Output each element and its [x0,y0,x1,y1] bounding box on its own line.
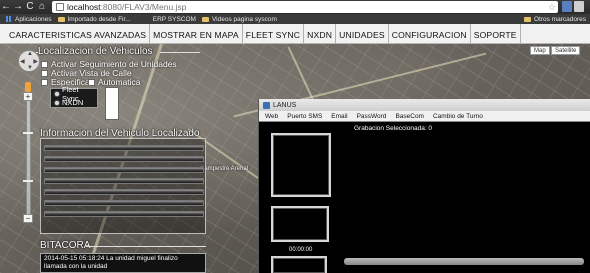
menu-configuracion[interactable]: CONFIGURACION [389,24,471,43]
menu-unidades[interactable]: UNIDADES [336,24,389,43]
fieldset-border [86,246,206,247]
page-icon [56,3,64,11]
video-preview-secondary[interactable] [271,206,329,242]
zoom-slider-handle[interactable] [23,132,33,134]
vista-calle-checkbox[interactable] [41,69,48,77]
bitacora-entry: 2014-05-15 05:18:24 La unidad miguel fin… [44,255,178,270]
bitacora-log: 2014-05-15 05:18:24 La unidad miguel fin… [40,253,206,273]
time-label: 00:00:00 [289,247,313,253]
info-field [44,167,204,173]
back-button[interactable]: ← [0,0,12,14]
lanus-menu-password[interactable]: PassWord [357,113,387,120]
pan-right-icon[interactable]: ▶ [33,58,38,65]
video-preview-third[interactable] [271,256,327,273]
bookmark-imported[interactable]: Importado desde Fir... [57,16,131,23]
localizacion-title: Localizacion de Vehiculos [38,46,153,57]
lanus-titlebar[interactable]: LANUS [259,99,590,111]
pan-up-icon[interactable]: ▲ [27,51,33,57]
zoom-out-button[interactable]: − [23,214,33,223]
menu-nxdn[interactable]: NXDN [304,24,337,43]
zoom-slider[interactable] [26,100,31,220]
pan-down-icon[interactable]: ▼ [27,65,33,71]
bitacora-title: BITACORA [40,240,91,251]
lanus-window: LANUS Web Puerto SMS Email PassWord Base… [258,99,590,273]
reload-button[interactable]: C [24,0,36,14]
lanus-title: LANUS [273,101,297,109]
browser-toolbar: ← → C ⌂ localhost:8080/FLAV3/Menu.jsp ☆ [0,0,590,14]
main-menu: CARACTERISTICAS AVANZADAS MOSTRAR EN MAP… [0,24,590,44]
lanus-body: Grabacion Seleccionada: 0 00:00:00 [259,122,590,273]
info-field [44,178,204,184]
info-field [44,189,204,195]
address-bar[interactable]: localhost:8080/FLAV3/Menu.jsp ☆ [52,1,558,13]
map-type-map-button[interactable]: Map [530,46,550,55]
folder-icon [201,16,209,22]
folder-icon [523,16,531,22]
bookmarks-bar: Aplicaciones Importado desde Fir... ERP … [0,14,590,24]
automatica-label: Automatica [98,77,141,87]
informacion-title: Informacion del Vehiculo Localizado [40,128,200,139]
especifica-checkbox[interactable] [41,78,48,86]
extension-icon[interactable] [562,1,572,12]
grabacion-label: Grabacion Seleccionada: 0 [354,125,433,132]
fleet-sync-option[interactable]: Fleet Sync [51,85,97,103]
fieldset-border [160,52,200,53]
home-button[interactable]: ⌂ [36,0,48,14]
apps-icon [6,16,12,22]
seguimiento-checkbox[interactable] [41,60,48,68]
lanus-menu: Web Puerto SMS Email PassWord BaseCom Ca… [259,111,590,122]
map-road [287,46,315,102]
fieldset-border [36,52,38,53]
bookmark-other[interactable]: Otros marcadores [523,14,586,24]
lanus-menu-web[interactable]: Web [265,113,278,120]
protocol-radio-group: Fleet Sync NXDN [50,85,98,108]
lanus-menu-cambio-turno[interactable]: Cambio de Turno [433,113,483,120]
menu-fleet-sync[interactable]: FLEET SYNC [243,24,305,43]
unit-select-box[interactable] [105,87,119,120]
zoom-slider-notch [23,180,33,182]
nxdn-label: NXDN [62,98,84,107]
bookmark-star-icon[interactable]: ☆ [548,1,556,13]
menu-soporte[interactable]: SOPORTE [471,24,521,43]
menu-mostrar-mapa[interactable]: MOSTRAR EN MAPA [150,24,243,43]
menu-icon[interactable] [574,1,584,12]
folder-icon [57,16,65,22]
lanus-app-icon [263,101,270,109]
video-preview-main[interactable] [271,133,331,197]
bookmark-videos[interactable]: Videos pagina syscom [201,16,277,23]
pan-control[interactable]: ▲ ◀ ▶ ▼ [18,50,40,72]
nxdn-radio[interactable] [54,99,60,106]
pan-left-icon[interactable]: ◀ [20,58,25,65]
map-place-label: Campestre Arenal [200,166,249,172]
info-field [44,156,204,162]
lanus-menu-email[interactable]: Email [331,113,347,120]
vehicle-info-fields [44,145,204,222]
info-field [44,200,204,206]
fleet-sync-radio[interactable] [54,90,60,97]
street-view-pegman-icon[interactable] [25,82,31,92]
forward-button[interactable]: → [12,0,24,14]
info-field [44,211,204,217]
lanus-menu-basecom[interactable]: BaseCom [395,113,424,120]
lanus-menu-puerto-sms[interactable]: Puerto SMS [287,113,322,120]
url-text: localhost:8080/FLAV3/Menu.jsp [67,2,187,12]
bookmark-apps[interactable]: Aplicaciones [6,16,52,23]
bookmark-erp[interactable]: ERP SYSCOM [153,16,196,23]
menu-caracteristicas[interactable]: CARACTERISTICAS AVANZADAS [6,24,151,43]
map-type-satellite-button[interactable]: Satellite [551,46,581,55]
playback-progress-bar[interactable] [344,258,584,265]
info-field [44,145,204,151]
